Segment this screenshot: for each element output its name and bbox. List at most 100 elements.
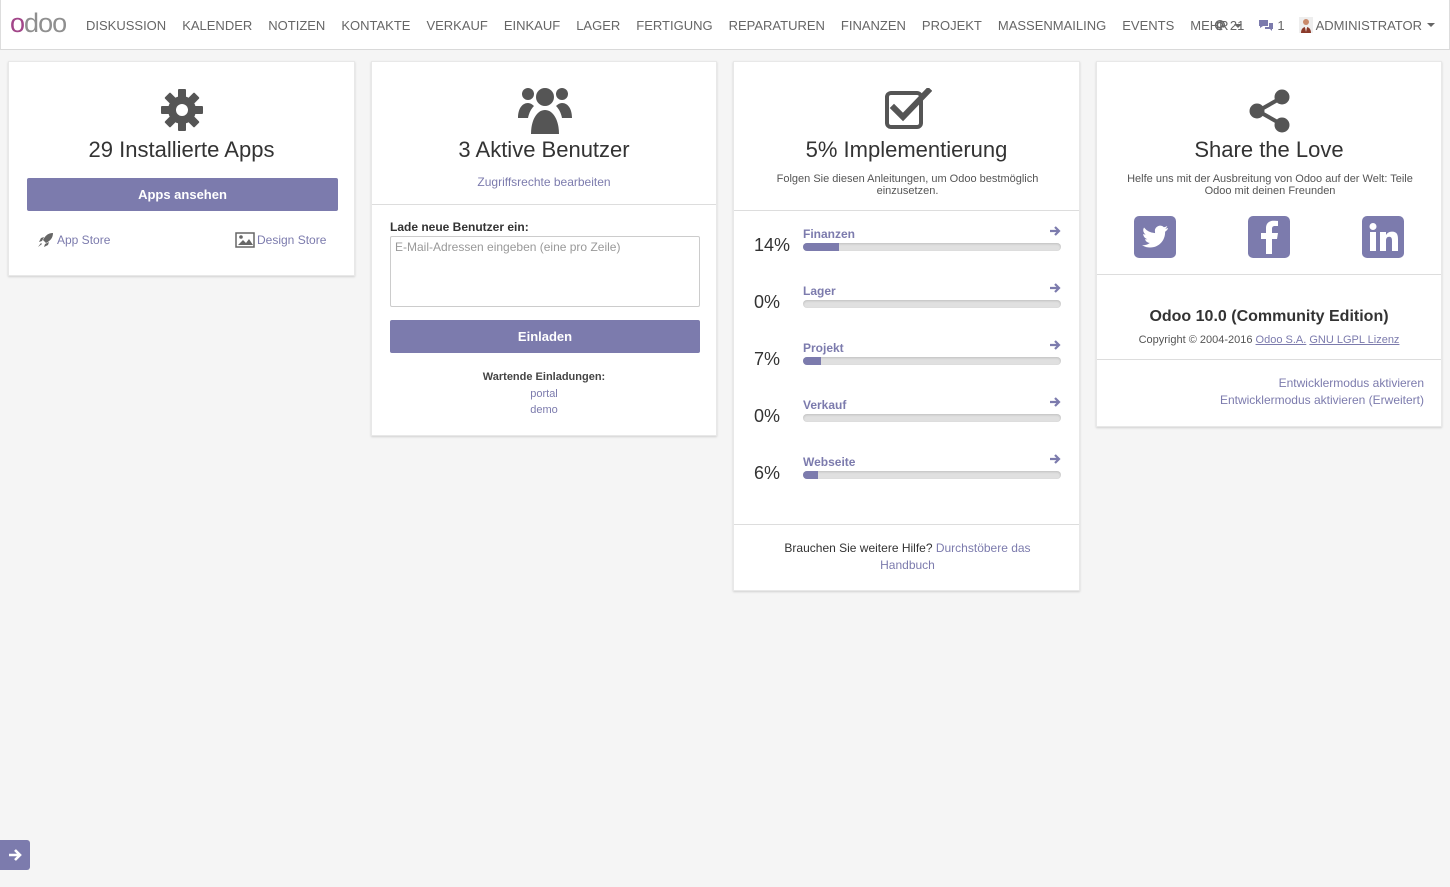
progress-fill <box>803 357 822 365</box>
messages-button[interactable]: 1 <box>1258 18 1285 33</box>
menu-item-projekt[interactable]: PROJEKT <box>914 18 990 33</box>
implementation-card: 5% Implementierung Folgen Sie diesen Anl… <box>733 61 1080 591</box>
progress-app-name[interactable]: Lager <box>803 284 836 298</box>
odoo-logo[interactable]: odoo <box>10 7 67 38</box>
divider <box>1097 274 1441 275</box>
progress-app-name[interactable]: Webseite <box>803 455 855 469</box>
progress-row-webseite[interactable]: 6% Webseite <box>734 453 1079 495</box>
share-icon <box>1249 89 1290 133</box>
systray: 21 1 ADMINISTRATOR <box>1199 0 1435 50</box>
arrow-right-icon <box>9 849 22 861</box>
avatar <box>1298 17 1313 33</box>
arrow-right-icon[interactable] <box>1049 225 1061 237</box>
progress-row-projekt[interactable]: 7% Projekt <box>734 339 1079 381</box>
arrow-right-icon[interactable] <box>1049 453 1061 465</box>
mentions-count: 21 <box>1229 17 1245 33</box>
sidebar-toggle-button[interactable] <box>0 840 30 870</box>
menu-item-verkauf[interactable]: VERKAUF <box>418 18 495 33</box>
help-section: Brauchen Sie weitere Hilfe? Durchstöbere… <box>774 540 1041 574</box>
progress-bar <box>803 357 1061 365</box>
menu-item-massenmailing[interactable]: MASSENMAILING <box>990 18 1114 33</box>
menu-item-kalender[interactable]: KALENDER <box>174 18 260 33</box>
arrow-right-icon[interactable] <box>1049 282 1061 294</box>
logo-letter: o <box>10 7 25 38</box>
progress-bar <box>803 414 1061 422</box>
progress-percent: 7% <box>754 349 781 369</box>
progress-row-verkauf[interactable]: 0% Verkauf <box>734 396 1079 438</box>
invite-button[interactable]: Einladen <box>390 320 700 353</box>
copyright-line: Copyright © 2004-2016 Odoo S.A. GNU LGPL… <box>1097 334 1441 346</box>
access-rights-link[interactable]: Zugriffsrechte bearbeiten <box>372 175 716 189</box>
facebook-share-button[interactable] <box>1248 216 1290 258</box>
share-card: Share the Love Helfe uns mit der Ausbrei… <box>1096 61 1442 427</box>
progress-row-finanzen[interactable]: 14% Finanzen <box>734 225 1079 267</box>
invite-label: Lade neue Benutzer ein: <box>390 220 529 234</box>
caret-down-icon <box>1427 23 1435 27</box>
license-link[interactable]: GNU LGPL Lizenz <box>1309 334 1399 346</box>
linkedin-share-button[interactable] <box>1362 216 1404 258</box>
pending-invitation-demo[interactable]: demo <box>372 404 716 416</box>
progress-fill <box>803 243 840 251</box>
mentions-button[interactable]: 21 <box>1213 18 1244 33</box>
implementation-title: 5% Implementierung <box>805 137 1008 162</box>
menu-item-events[interactable]: EVENTS <box>1114 18 1182 33</box>
progress-app-name[interactable]: Verkauf <box>803 398 846 412</box>
progress-percent: 0% <box>754 292 781 312</box>
gear-icon <box>161 89 203 131</box>
apps-card: 29 Installierte Apps Apps ansehen App St… <box>8 61 355 276</box>
logo-letter: o <box>52 7 67 38</box>
menu-item-reparaturen[interactable]: REPARATUREN <box>721 18 833 33</box>
invite-emails-textarea[interactable]: E-Mail-Adressen eingeben (eine pro Zeile… <box>390 236 700 307</box>
arrow-right-icon[interactable] <box>1049 396 1061 408</box>
installed-apps-title: 29 Installierte Apps <box>88 137 275 162</box>
developer-mode-link[interactable]: Entwicklermodus aktivieren <box>1279 376 1424 390</box>
progress-percent: 6% <box>754 463 781 483</box>
main-menu: DISKUSSION KALENDER NOTIZEN KONTAKTE VER… <box>78 0 1250 50</box>
at-icon <box>1214 20 1225 31</box>
app-store-link[interactable]: App Store <box>37 232 110 248</box>
implementation-subtitle: Folgen Sie diesen Anleitungen, um Odoo b… <box>776 173 1039 197</box>
menu-item-kontakte[interactable]: KONTAKTE <box>333 18 418 33</box>
invite-section: Lade neue Benutzer ein: E-Mail-Adressen … <box>372 204 716 434</box>
divider <box>1097 359 1441 360</box>
facebook-icon <box>1261 220 1278 254</box>
progress-app-name[interactable]: Finanzen <box>803 227 855 241</box>
browse-apps-button[interactable]: Apps ansehen <box>27 178 338 211</box>
copyright-text: Copyright © 2004-2016 <box>1138 334 1253 346</box>
menu-item-diskussion[interactable]: DISKUSSION <box>78 18 174 33</box>
arrow-right-icon[interactable] <box>1049 339 1061 351</box>
progress-percent: 0% <box>754 406 781 426</box>
check-square-icon <box>885 88 932 129</box>
user-menu[interactable]: ADMINISTRATOR <box>1298 17 1435 33</box>
progress-app-name[interactable]: Projekt <box>803 341 844 355</box>
menu-item-fertigung[interactable]: FERTIGUNG <box>628 18 720 33</box>
design-store-link[interactable]: Design Store <box>235 232 326 248</box>
logo-letter: o <box>38 7 53 38</box>
progress-fill <box>803 471 819 479</box>
help-text: Brauchen Sie weitere Hilfe? <box>784 541 933 555</box>
menu-item-finanzen[interactable]: FINANZEN <box>833 18 914 33</box>
progress-bar <box>803 471 1061 479</box>
menu-item-notizen[interactable]: NOTIZEN <box>260 18 333 33</box>
share-title: Share the Love <box>1194 137 1344 162</box>
twitter-share-button[interactable] <box>1134 216 1176 258</box>
progress-percent: 14% <box>754 235 791 255</box>
linkedin-icon <box>1369 223 1398 251</box>
version-title: Odoo 10.0 (Community Edition) <box>1149 308 1389 325</box>
design-store-label: Design Store <box>257 233 327 247</box>
odoo-sa-link[interactable]: Odoo S.A. <box>1256 334 1307 346</box>
divider <box>734 210 1079 211</box>
progress-bar <box>803 243 1061 251</box>
image-icon <box>235 232 255 248</box>
pending-invitation-portal[interactable]: portal <box>372 388 716 400</box>
twitter-icon <box>1142 225 1168 248</box>
developer-mode-assets-link[interactable]: Entwicklermodus aktivieren (Erweitert) <box>1220 393 1424 407</box>
progress-bar <box>803 300 1061 308</box>
menu-item-lager[interactable]: LAGER <box>568 18 628 33</box>
progress-row-lager[interactable]: 0% Lager <box>734 282 1079 324</box>
top-navbar: odoo DISKUSSION KALENDER NOTIZEN KONTAKT… <box>0 0 1450 50</box>
pending-invitations-label: Wartende Einladungen: <box>482 371 606 383</box>
share-subtitle: Helfe uns mit der Ausbreitung von Odoo a… <box>1127 173 1413 197</box>
menu-item-einkauf[interactable]: EINKAUF <box>496 18 568 33</box>
divider <box>734 524 1079 525</box>
